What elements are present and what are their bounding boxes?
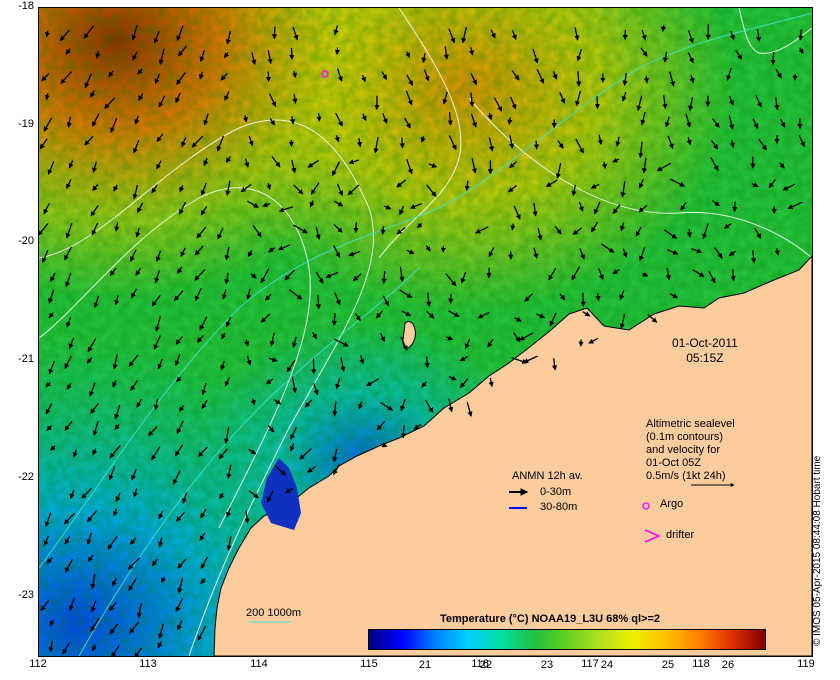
y-tick-label: -19 [18, 118, 34, 130]
velocity-vector [289, 47, 295, 61]
x-tick-label: 112 [29, 658, 47, 670]
velocity-vector [311, 358, 317, 375]
credit-text: © IMOS 05-Apr-2015 08:44:08 Hobart time [812, 455, 823, 646]
velocity-vector [533, 140, 539, 150]
velocity-vector [315, 294, 322, 310]
altimetry-line: Altimetric sealevel [646, 418, 735, 430]
velocity-vector [660, 24, 667, 33]
x-tick-label: 114 [250, 658, 268, 670]
colorbar-tick: 22 [479, 659, 493, 671]
temperature-colorbar [368, 629, 766, 650]
x-tick-label: 115 [360, 658, 378, 670]
velocity-vector [424, 356, 430, 369]
bathymetry-legend-label: 200 1000m [246, 607, 302, 619]
y-tick-label: -22 [18, 471, 34, 483]
altimetry-line: (0.1m contours) [646, 431, 724, 443]
velocity-vector [770, 51, 776, 66]
velocity-vector [798, 29, 804, 41]
velocity-vector [400, 425, 407, 439]
velocity-vector [730, 269, 736, 282]
anmn-legend-item-deep: 30-80m [540, 501, 578, 513]
velocity-vector [580, 292, 586, 307]
time-text: 05:15Z [686, 351, 724, 365]
y-tick-label: -23 [18, 589, 34, 601]
colorbar-tick: 25 [661, 659, 675, 671]
velocity-vector [643, 75, 650, 84]
y-tick-label: -20 [18, 235, 34, 247]
colorbar-title: Temperature (°C) NOAA19_L3U 68% ql>=2 [440, 613, 660, 625]
date-time-label: 01-Oct-2011 05:15Z [672, 336, 738, 366]
x-tick-label: 113 [139, 658, 157, 670]
colorbar-tick: 23 [540, 659, 554, 671]
sst-map[interactable] [38, 7, 813, 657]
velocity-vector [353, 222, 359, 234]
altimetry-note: Altimetric sealevel (0.1m contours) and … [646, 418, 735, 483]
altimetry-line: and velocity for [646, 444, 720, 456]
x-tick-label: 119 [797, 658, 815, 670]
velocity-vector [510, 223, 516, 231]
velocity-vector [316, 113, 322, 122]
anmn-legend-item-shallow: 0-30m [540, 486, 572, 498]
colorbar-tick: 26 [721, 659, 735, 671]
velocity-vector [686, 228, 693, 238]
date-text: 01-Oct-2011 [672, 336, 738, 350]
altimetry-line: 0.5m/s (1kt 24h) [646, 470, 726, 482]
colorbar-tick: 21 [418, 659, 432, 671]
argo-legend-label: Argo [660, 498, 684, 510]
velocity-vector [399, 137, 405, 149]
sst-map-canvas [39, 8, 812, 656]
y-tick-label: -21 [18, 353, 34, 365]
altimetry-line: 01-Oct 05Z [646, 457, 702, 469]
anmn-legend-title: ANMN 12h av. [512, 470, 583, 482]
drifter-legend-label: drifter [666, 529, 695, 541]
velocity-vector [271, 26, 278, 40]
velocity-vector [334, 47, 340, 56]
colorbar-tick: 24 [600, 659, 614, 671]
y-tick-label: -18 [18, 0, 34, 12]
